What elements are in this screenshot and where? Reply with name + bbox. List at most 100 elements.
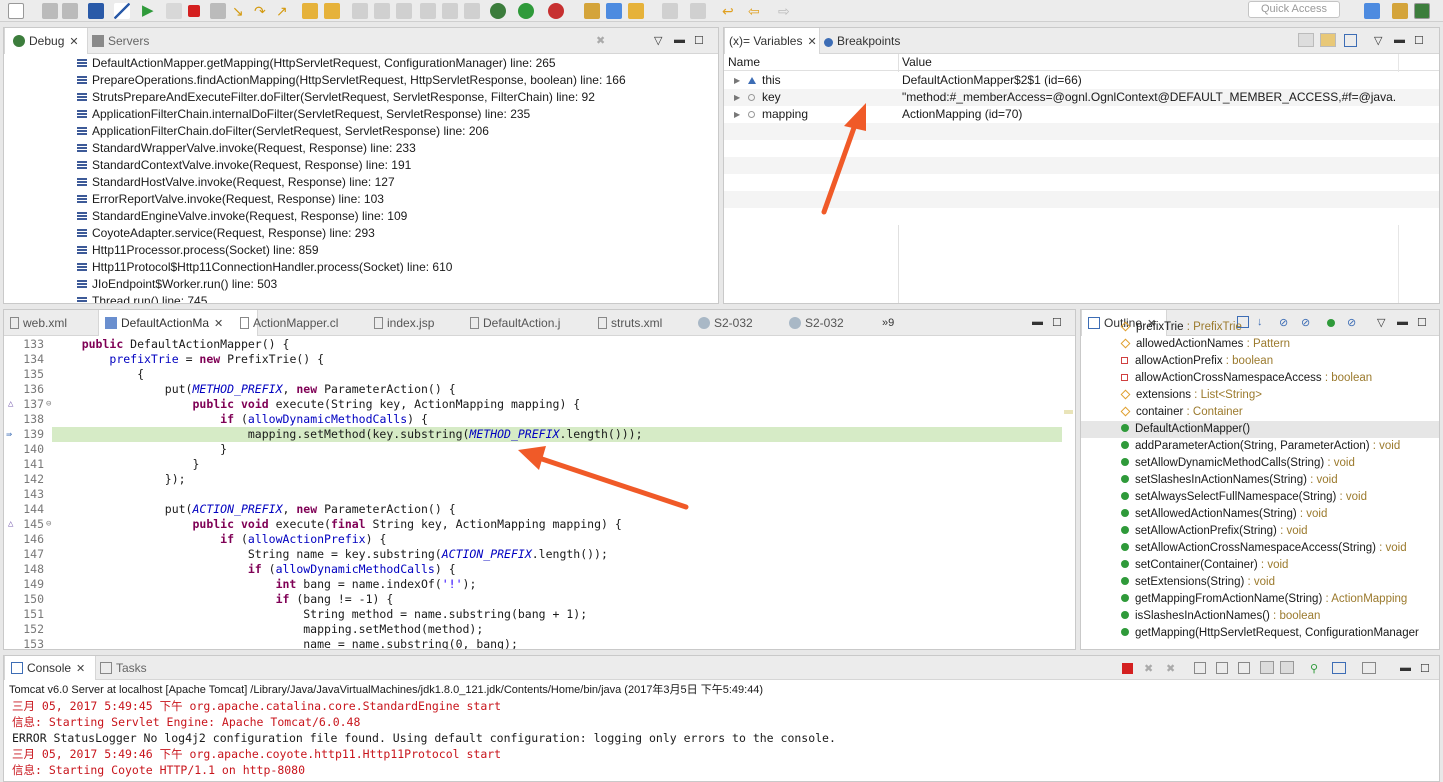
code-editor[interactable]: 133 public DefaultActionMapper() { 134 p… [4,337,1075,649]
tab-struts-xml[interactable]: struts.xml [598,310,662,336]
maximize-icon[interactable]: ☐ [1414,34,1424,47]
expand-arrow-icon[interactable]: ▶ [734,106,740,123]
back-icon[interactable]: ⇦ [748,3,764,19]
terminal-icon[interactable] [88,3,104,19]
next-annotation-icon[interactable] [662,3,678,19]
open-console-icon[interactable] [464,3,480,19]
outline-item[interactable]: setAllowDynamicMethodCalls(String) : voi… [1081,455,1439,472]
outline-item[interactable]: getMappingFromActionName(String) : Actio… [1081,591,1439,608]
quick-access-input[interactable]: Quick Access [1248,1,1340,18]
java-perspective-icon[interactable] [1392,3,1408,19]
show-type-names-icon[interactable] [1298,33,1314,47]
tab-action-mapper[interactable]: ActionMapper.cl [240,310,338,336]
variable-row[interactable]: ▶ key "method:#_memberAccess=@ognl.OgnlCon… [724,89,1439,106]
tab-overflow[interactable]: »9 [882,310,894,336]
variable-row[interactable]: ▶ mapping ActionMapping (id=70) [724,106,1439,123]
new-package-icon[interactable] [584,3,600,19]
remove-launch-icon[interactable]: ✖ [1144,662,1153,675]
inspect-icon[interactable] [396,3,412,19]
stack-frame[interactable]: StrutsPrepareAndExecuteFilter.doFilter(S… [4,89,718,106]
outline-item[interactable]: setAllowActionPrefix(String) : void [1081,523,1439,540]
outline-item[interactable]: addParameterAction(String, ParameterActi… [1081,438,1439,455]
stack-frame[interactable]: PrepareOperations.findActionMapping(Http… [4,72,718,89]
stack-frame[interactable]: ApplicationFilterChain.internalDoFilter(… [4,106,718,123]
minimize-icon[interactable]: ▬ [1400,662,1411,674]
show-stderr-icon[interactable] [1280,661,1294,674]
step-over-icon[interactable]: ↷ [254,3,270,19]
outline-item[interactable]: setAllowedActionNames(String) : void [1081,506,1439,523]
minimize-icon[interactable]: ▬ [674,34,685,46]
pin-icon[interactable] [352,3,368,19]
new-icon[interactable] [8,3,24,19]
step-return-icon[interactable]: ↗ [276,3,292,19]
outline-item[interactable]: allowedActionNames : Pattern [1081,336,1439,353]
outline-item[interactable]: setAllowActionCrossNamespaceAccess(Strin… [1081,540,1439,557]
tab-default-action[interactable]: DefaultAction.j [470,310,560,336]
stack-frame[interactable]: Http11Protocol$Http11ConnectionHandler.p… [4,259,718,276]
outline-item[interactable]: getMapping(HttpServletRequest, Configura… [1081,625,1439,642]
close-icon[interactable]: ✕ [69,36,78,48]
outline-item[interactable]: allowActionPrefix : boolean [1081,353,1439,370]
drop-to-frame-icon[interactable] [302,3,318,19]
stack-frame[interactable]: StandardContextValve.invoke(Request, Res… [4,157,718,174]
tab-servers[interactable]: Servers [92,28,149,54]
column-value[interactable]: Value [902,54,932,71]
expand-arrow-icon[interactable]: ▶ [734,72,740,89]
stack-frame[interactable]: StandardEngineValve.invoke(Request, Resp… [4,208,718,225]
stack-frame[interactable]: Http11Processor.process(Socket) line: 85… [4,242,718,259]
save-all-icon[interactable] [62,3,78,19]
close-icon[interactable]: ✕ [76,663,85,675]
clear-console-icon[interactable] [1194,662,1206,674]
scroll-lock-icon[interactable] [1216,662,1228,674]
forward-icon[interactable]: ⇨ [778,3,794,19]
outline-item[interactable]: isSlashesInActionNames() : boolean [1081,608,1439,625]
outline-item[interactable]: setExtensions(String) : void [1081,574,1439,591]
open-console-icon[interactable] [1362,662,1376,674]
open-folder-icon[interactable] [606,3,622,19]
tab-tasks[interactable]: Tasks [100,656,147,680]
outline-item[interactable]: setContainer(Container) : void [1081,557,1439,574]
outline-item[interactable]: setSlashesInActionNames(String) : void [1081,472,1439,489]
show-logical-structure-icon[interactable] [1320,33,1336,47]
terminate-icon[interactable] [188,5,200,17]
tab-variables[interactable]: (x)= Variables ✕ [724,28,820,54]
pin-console-icon[interactable]: ⚲ [1310,662,1318,675]
outline-item[interactable]: setAlwaysSelectFullNamespace(String) : v… [1081,489,1439,506]
tab-web-xml[interactable]: web.xml [10,310,67,336]
console-output[interactable]: 三月 05, 2017 5:49:45 下午 org.apache.catali… [4,698,1439,781]
stack-frame[interactable]: Thread.run() line: 745 [4,293,718,303]
view-menu-icon[interactable]: ▽ [1374,34,1382,47]
tab-index-jsp[interactable]: index.jsp [374,310,434,336]
maximize-icon[interactable]: ☐ [1420,662,1430,675]
use-step-filters-icon[interactable] [324,3,340,19]
word-wrap-icon[interactable] [1238,662,1250,674]
run-icon[interactable] [518,3,534,19]
show-stdout-icon[interactable] [1260,661,1274,674]
stack-frame[interactable]: StandardWrapperValve.invoke(Request, Res… [4,140,718,157]
watch-icon[interactable] [374,3,390,19]
coverage-icon[interactable] [548,3,564,19]
open-perspective-icon[interactable] [1364,3,1380,19]
collapse-all-icon[interactable] [1344,34,1357,47]
last-edit-icon[interactable]: ↩ [722,3,738,19]
terminate-icon[interactable] [1122,663,1133,674]
outline-item[interactable]: extensions : List<String> [1081,387,1439,404]
execute-icon[interactable] [442,3,458,19]
fold-icon[interactable]: ⊖ [46,397,51,412]
view-menu-icon[interactable]: ▽ [654,34,662,47]
open-type-icon[interactable] [628,3,644,19]
disconnect-icon[interactable] [210,3,226,19]
tab-default-action-mapper[interactable]: DefaultActionMa ✕ [98,310,258,336]
display-icon[interactable] [420,3,436,19]
stack-frame[interactable]: ErrorReportValve.invoke(Request, Respons… [4,191,718,208]
suspend-icon[interactable] [166,3,182,19]
tab-breakpoints[interactable]: Breakpoints [824,28,900,54]
minimize-icon[interactable]: ▬ [1394,34,1405,46]
outline-item[interactable]: allowActionCrossNamespaceAccess : boolea… [1081,370,1439,387]
column-name[interactable]: Name [728,54,760,71]
debug-bug-icon[interactable] [490,3,506,19]
stack-frame[interactable]: DefaultActionMapper.getMapping(HttpServl… [4,55,718,72]
save-icon[interactable] [42,3,58,19]
tab-debug[interactable]: Debug ✕ [4,28,88,54]
maximize-icon[interactable]: ☐ [1052,316,1062,329]
